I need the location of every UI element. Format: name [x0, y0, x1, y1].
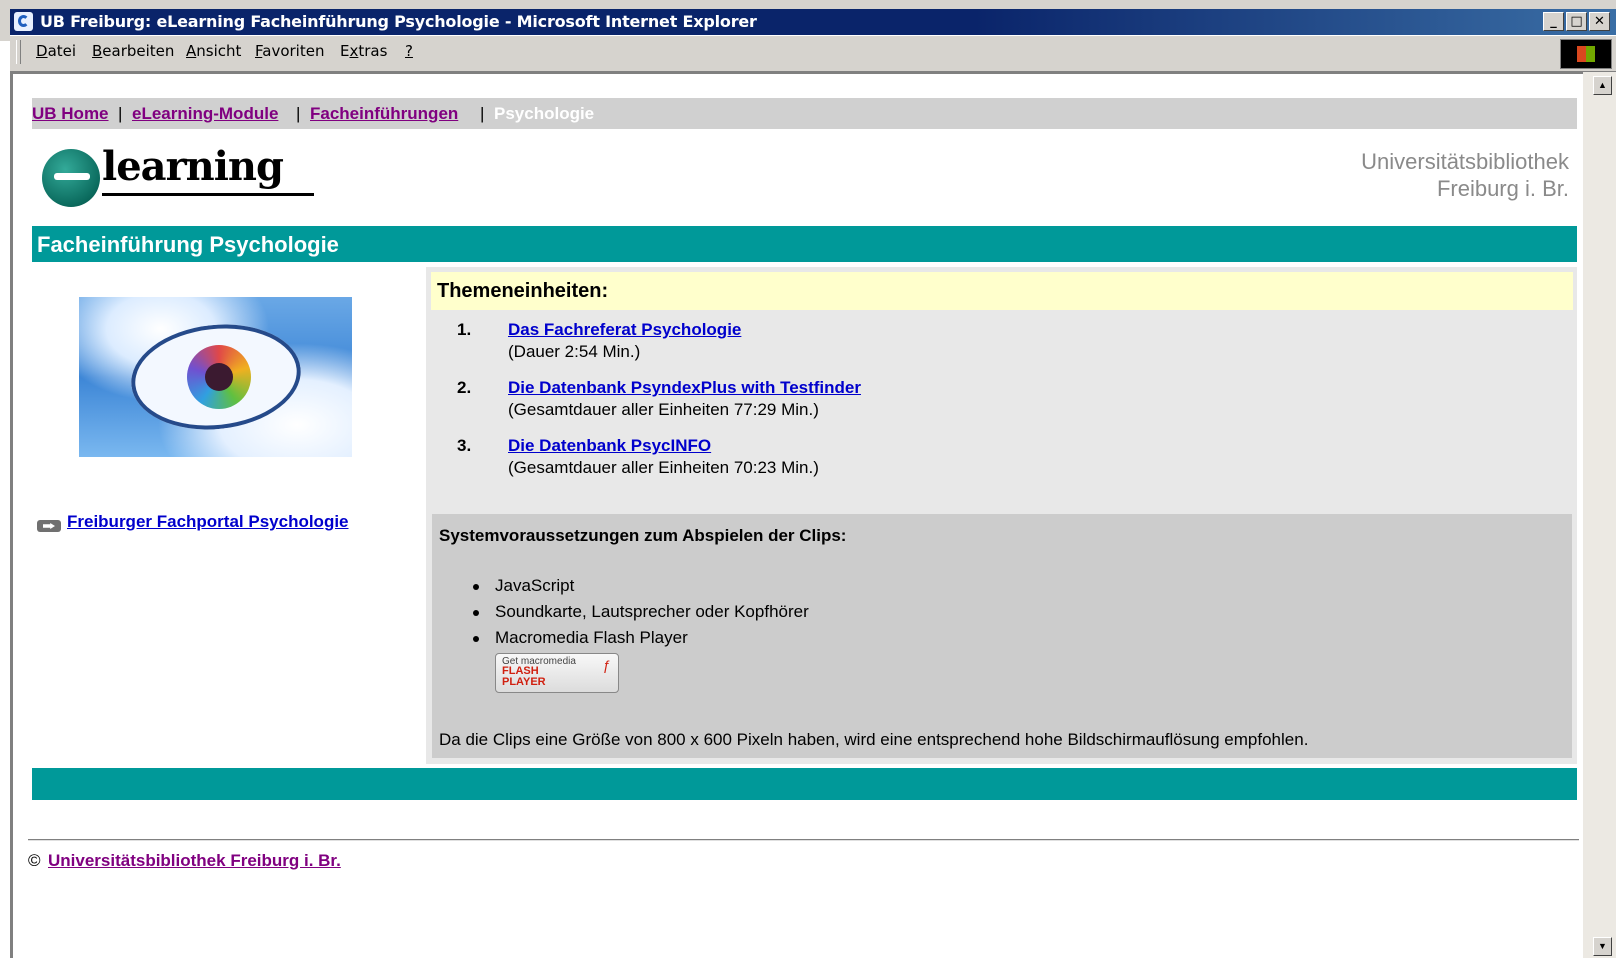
- logo-text: learning: [102, 143, 284, 190]
- close-button[interactable]: ✕: [1589, 12, 1610, 31]
- titlebar-active: UB Freiburg: eLearning Facheinführung Ps…: [10, 9, 1616, 35]
- get-flash-player-button[interactable]: Get macromedia FLASH PLAYER ƒ: [495, 653, 619, 693]
- menu-extras[interactable]: Extras: [340, 42, 387, 60]
- window-title: UB Freiburg: eLearning Facheinführung Ps…: [40, 12, 757, 31]
- bullet-icon: [473, 610, 479, 616]
- topic-duration: (Dauer 2:54 Min.): [508, 342, 641, 361]
- breadcrumb-separator: |: [480, 104, 485, 123]
- topic-link-psyndexplus[interactable]: Die Datenbank PsyndexPlus with Testfinde…: [508, 378, 861, 398]
- bullet-icon: [473, 636, 479, 642]
- menu-help[interactable]: ?: [405, 42, 413, 60]
- eye-pupil: [205, 363, 233, 391]
- logo-underline: [102, 193, 314, 196]
- breadcrumb: UB Home | eLearning-Module | Facheinführ…: [32, 98, 1577, 129]
- topic-link-fachreferat[interactable]: Das Fachreferat Psychologie: [508, 320, 741, 340]
- breadcrumb-facheinfuehrungen[interactable]: Facheinführungen: [310, 104, 458, 124]
- institution-name: Universitätsbibliothek Freiburg i. Br.: [1361, 148, 1569, 202]
- topic-link-psycinfo[interactable]: Die Datenbank PsycINFO: [508, 436, 711, 456]
- flash-badge-line2: PLAYER: [502, 676, 546, 688]
- menu-bearbeiten[interactable]: Bearbeiten: [92, 42, 174, 60]
- institution-line2: Freiburg i. Br.: [1436, 176, 1569, 201]
- menu-ansicht[interactable]: Ansicht: [186, 42, 241, 60]
- themen-heading-bar: Themeneinheiten:: [431, 272, 1573, 310]
- minimize-button[interactable]: _: [1543, 12, 1564, 31]
- flash-badge-title: FLASH PLAYER: [502, 666, 546, 688]
- fachportal-link[interactable]: Freiburger Fachportal Psychologie: [67, 512, 349, 532]
- topic-number: 1.: [457, 320, 472, 339]
- page-title: Facheinführung Psychologie: [37, 232, 339, 257]
- themen-heading: Themeneinheiten:: [437, 280, 609, 302]
- vertical-scrollbar[interactable]: ▲ ▼: [1583, 72, 1616, 958]
- menu-datei[interactable]: Datei: [36, 42, 76, 60]
- breadcrumb-separator: |: [118, 104, 123, 123]
- breadcrumb-current: Psychologie: [494, 104, 595, 123]
- system-requirements-heading: Systemvoraussetzungen zum Abspielen der …: [439, 526, 847, 545]
- topic-duration: (Gesamtdauer aller Einheiten 77:29 Min.): [508, 400, 819, 419]
- eye-in-clouds-image: [79, 297, 352, 457]
- footer-divider: [28, 839, 1579, 841]
- breadcrumb-separator: |: [296, 104, 301, 123]
- breadcrumb-elearning-module[interactable]: eLearning-Module: [132, 104, 278, 124]
- copyright-symbol: ©: [28, 851, 41, 870]
- toolbar-grip[interactable]: [16, 40, 21, 64]
- menu-bar: Datei Bearbeiten Ansicht Favoriten Extra…: [10, 35, 1616, 71]
- flash-logo-icon: ƒ: [602, 657, 610, 673]
- elearning-logo: learning: [40, 141, 340, 216]
- arrow-right-icon: [37, 520, 61, 532]
- bullet-icon: [473, 584, 479, 590]
- footer-bar: [32, 768, 1577, 800]
- window-controls: _ □ ✕: [1543, 12, 1610, 31]
- requirement-item: Soundkarte, Lautsprecher oder Kopfhörer: [495, 602, 809, 621]
- requirement-item: JavaScript: [495, 576, 575, 595]
- topic-number: 2.: [457, 378, 472, 397]
- internet-explorer-icon: [14, 12, 33, 31]
- maximize-button[interactable]: □: [1566, 12, 1587, 31]
- institution-line1: Universitätsbibliothek: [1361, 149, 1569, 174]
- topic-duration: (Gesamtdauer aller Einheiten 70:23 Min.): [508, 458, 819, 477]
- footer-ub-link[interactable]: Universitätsbibliothek Freiburg i. Br.: [48, 851, 341, 871]
- scroll-down-arrow-icon[interactable]: ▼: [1593, 937, 1612, 956]
- menu-favoriten[interactable]: Favoriten: [255, 42, 324, 60]
- scroll-up-arrow-icon[interactable]: ▲: [1593, 76, 1612, 95]
- page-title-bar: Facheinführung Psychologie: [32, 226, 1577, 262]
- windows-logo-icon: [1560, 39, 1612, 69]
- logo-e-icon: [42, 149, 100, 207]
- requirement-item: Macromedia Flash Player: [495, 628, 688, 647]
- topic-number: 3.: [457, 436, 472, 455]
- resolution-note: Da die Clips eine Größe von 800 x 600 Pi…: [439, 730, 1309, 749]
- breadcrumb-ub-home[interactable]: UB Home: [32, 104, 109, 124]
